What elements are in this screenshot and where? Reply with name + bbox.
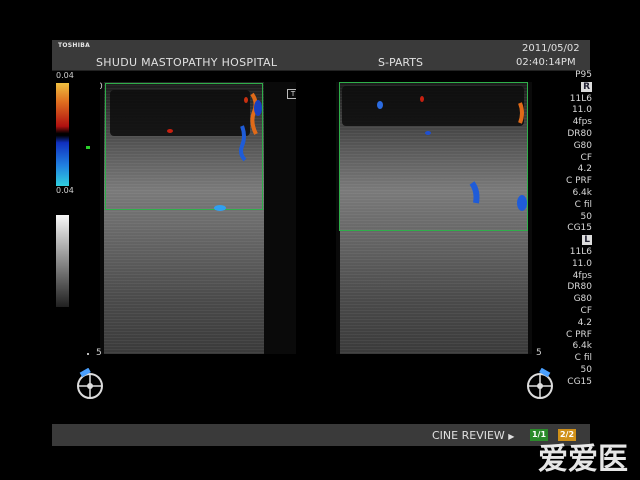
left-doppler-flow: [167, 92, 262, 211]
param-row: 50: [540, 212, 592, 224]
param-row: CF: [540, 306, 592, 318]
param-row: 4fps: [540, 117, 592, 129]
param-row: C fil: [540, 200, 592, 212]
param-value: 4.2: [577, 164, 592, 175]
param-value: G80: [573, 140, 592, 151]
baseline-marker-icon: [86, 146, 90, 149]
param-value: 50: [580, 211, 592, 222]
param-value: 11.0: [571, 258, 592, 269]
play-icon: ▶: [508, 432, 515, 441]
right-image-pane[interactable]: 0: [336, 82, 532, 354]
param-row: 11.0: [540, 259, 592, 271]
param-value: DR80: [567, 128, 592, 139]
param-value: DR80: [567, 282, 592, 293]
param-value: 11L6: [569, 246, 592, 257]
param-row: 4.2: [540, 164, 592, 176]
param-row: 11.0: [540, 105, 592, 117]
body-mark-probe-icon[interactable]: [74, 368, 106, 400]
param-value: C PRF: [565, 329, 592, 340]
scan-parameters: P95 R 11L6 11.0 4fps DR80 G80 CF 4.2 C PRF 6.4k C f…: [540, 70, 592, 389]
param-row: C PRF: [540, 176, 592, 188]
brand-logo: TOSHIBA: [58, 42, 91, 49]
param-value: C fil: [574, 353, 592, 364]
hospital-name: SHUDU MASTOPATHY HOSPITAL: [96, 56, 278, 69]
right-doppler-flow: [377, 96, 527, 211]
cine-review-text: CINE REVIEW: [432, 429, 505, 442]
param-value: 11.0: [571, 105, 592, 116]
watermark: 爱爱医: [538, 442, 628, 477]
param-row: C PRF: [540, 330, 592, 342]
param-value: 4.2: [577, 317, 592, 328]
grayscale-bar: [56, 215, 69, 307]
left-depth-start: 0: [100, 82, 103, 92]
param-value: C PRF: [565, 176, 592, 187]
param-value: CF: [580, 152, 592, 163]
param-value: 6.4k: [572, 187, 592, 198]
focus-marker-icon: T: [287, 89, 296, 99]
param-value: 4fps: [572, 270, 592, 281]
param-value: 50: [580, 364, 592, 375]
param-value: G80: [573, 294, 592, 305]
left-depth-end: 5: [96, 348, 102, 358]
cine-review-label[interactable]: CINE REVIEW ▶: [432, 429, 514, 442]
param-value: 4fps: [572, 117, 592, 128]
param-value: C fil: [574, 199, 592, 210]
param-value: 11L6: [569, 93, 592, 104]
param-value: 6.4k: [572, 341, 592, 352]
param-value: CF: [580, 305, 592, 316]
right-color-roi-box[interactable]: [339, 82, 528, 231]
body-mark-probe-icon[interactable]: [524, 368, 556, 400]
param-row: L: [540, 235, 592, 247]
param-row: C fil: [540, 353, 592, 365]
left-depth-dot: [87, 353, 89, 355]
param-row: P95: [540, 70, 592, 82]
param-row: G80: [540, 294, 592, 306]
color-velocity-bar: [56, 83, 69, 186]
param-row: CG15: [540, 223, 592, 235]
param-row: 6.4k: [540, 341, 592, 353]
param-value: P95: [575, 70, 592, 80]
exam-preset: S-PARTS: [378, 56, 423, 69]
left-image-pane[interactable]: 0 T: [100, 82, 296, 354]
side-indicator: L: [582, 235, 592, 246]
param-row: R: [540, 81, 592, 94]
exam-date: 2011/05/02: [522, 43, 580, 54]
color-scale-top: 0.04: [56, 71, 74, 80]
param-row: 6.4k: [540, 188, 592, 200]
side-indicator: R: [581, 81, 592, 92]
color-scale-bottom: 0.04: [56, 186, 74, 195]
param-row: 4fps: [540, 271, 592, 283]
param-row: CF: [540, 153, 592, 165]
param-row: 11L6: [540, 247, 592, 259]
param-row: DR80: [540, 282, 592, 294]
exam-time: 02:40:14PM: [516, 57, 576, 68]
param-row: DR80: [540, 129, 592, 141]
param-value: CG15: [567, 223, 592, 234]
left-color-roi-box[interactable]: [105, 83, 263, 211]
param-row: G80: [540, 141, 592, 153]
param-row: 4.2: [540, 318, 592, 330]
param-row: 11L6: [540, 94, 592, 106]
param-value: CG15: [567, 376, 592, 387]
